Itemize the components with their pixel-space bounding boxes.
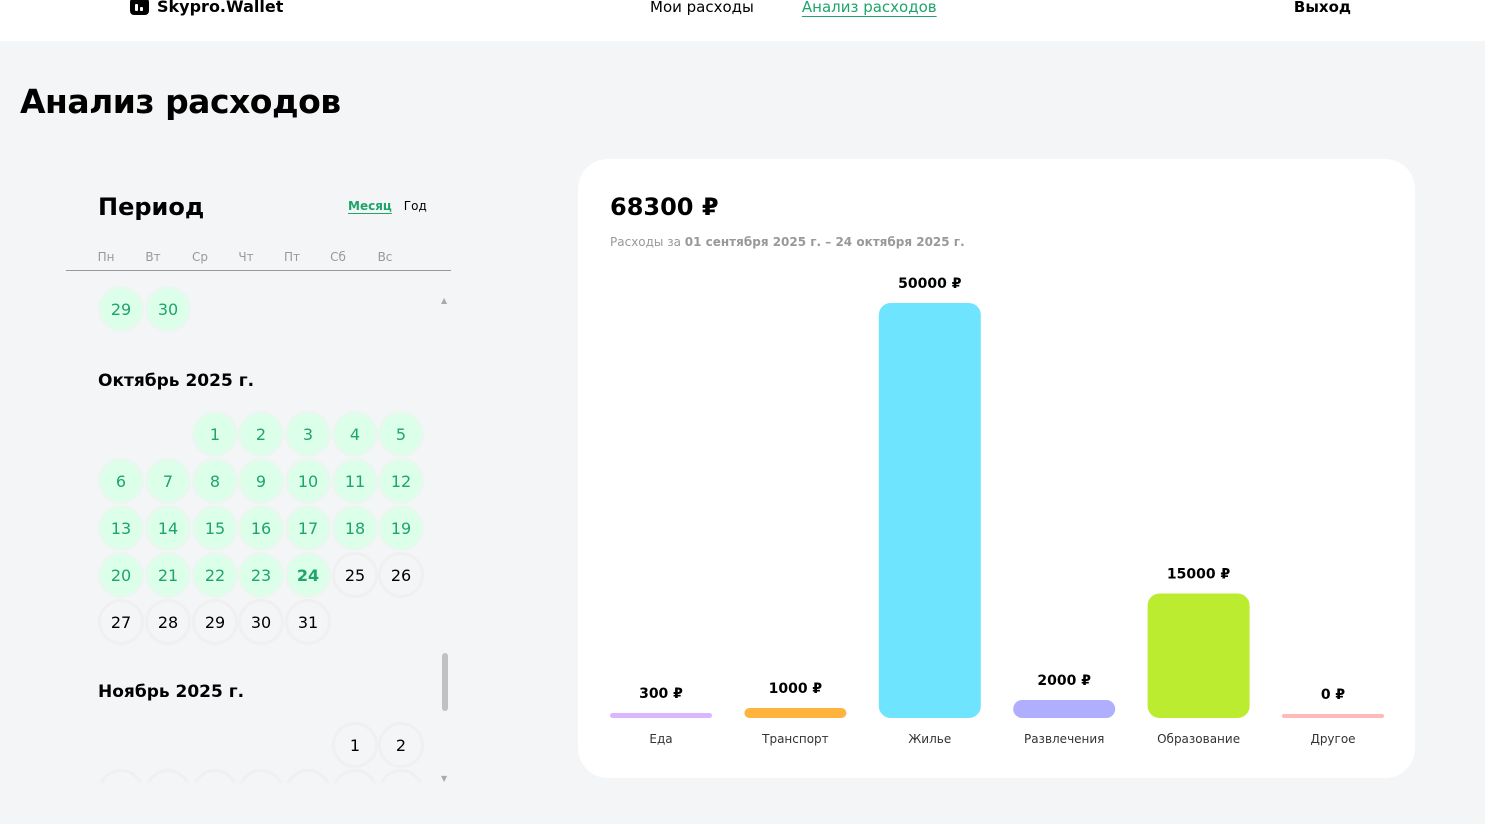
calendar-day[interactable]: 5 [192, 769, 238, 783]
calendar-day[interactable]: 17 [285, 505, 331, 551]
mode-year-tab[interactable]: Год [404, 199, 427, 213]
month-label: Ноябрь 2025 г. [98, 682, 245, 702]
main-nav: Мои расходы Анализ расходов [650, 0, 937, 16]
calendar-day[interactable]: 15 [192, 505, 238, 551]
scroll-thumb[interactable] [442, 653, 448, 711]
mode-month-tab[interactable]: Месяц [348, 199, 392, 213]
logout-button[interactable]: Выход [1294, 0, 1351, 16]
calendar-day[interactable]: 28 [145, 599, 191, 645]
calendar-day[interactable]: 3 [98, 769, 144, 783]
scroll-down-icon[interactable]: ▼ [441, 774, 447, 783]
calendar-day[interactable]: 1 [192, 411, 238, 457]
calendar-day[interactable]: 10 [285, 458, 331, 504]
bar-value-label: 300 ₽ [639, 686, 683, 702]
calendar-day[interactable]: 21 [145, 552, 191, 598]
category-label: Развлечения [1024, 732, 1104, 746]
bar-5 [1282, 714, 1384, 718]
calendar-day[interactable]: 25 [332, 552, 378, 598]
month-label: Октябрь 2025 г. [98, 371, 255, 391]
period-title: Период [98, 193, 205, 221]
calendar-day[interactable]: 27 [98, 599, 144, 645]
scroll-up-icon[interactable]: ▲ [441, 296, 447, 305]
calendar-day[interactable]: 22 [192, 552, 238, 598]
weekday-label: Сб [330, 250, 346, 264]
calendar-day[interactable]: 11 [332, 458, 378, 504]
category-label: Жилье [908, 732, 951, 746]
calendar-day[interactable]: 19 [378, 505, 424, 551]
calendar-day[interactable]: 4 [145, 769, 191, 783]
bar-0 [610, 713, 712, 718]
calendar-day[interactable]: 16 [238, 505, 284, 551]
weekday-label: Пн [97, 250, 115, 264]
wallet-logo-icon [130, 0, 149, 15]
calendar-day[interactable]: 3 [285, 411, 331, 457]
nav-expense-analysis[interactable]: Анализ расходов [802, 0, 937, 16]
nav-my-expenses[interactable]: Мои расходы [650, 0, 754, 16]
expense-bar-chart: 300 ₽ Еда 1000 ₽ Транспорт 50000 ₽ Жилье 2000 … [610, 276, 1384, 746]
bar-value-label: 0 ₽ [1321, 687, 1346, 703]
bar-value-label: 1000 ₽ [769, 681, 823, 697]
calendar-day[interactable]: 24 [285, 552, 331, 598]
calendar-day[interactable]: 1 [332, 722, 378, 768]
category-label: Другое [1310, 732, 1355, 746]
calendar-scrollbar[interactable]: ▲ ▼ [440, 296, 450, 783]
bar-1 [744, 708, 847, 718]
calendar-day[interactable]: 7 [285, 769, 331, 783]
calendar-day[interactable]: 29 [98, 286, 144, 332]
category-label: Транспорт [761, 732, 829, 746]
weekday-label: Вт [145, 250, 161, 264]
calendar-day[interactable]: 9 [238, 458, 284, 504]
weekday-label: Пт [283, 250, 300, 264]
calendar-day[interactable]: 6 [238, 769, 284, 783]
weekday-label: Чт [238, 250, 254, 264]
calendar-day[interactable]: 2 [238, 411, 284, 457]
calendar-day[interactable]: 31 [285, 599, 331, 645]
logo-text: Skypro.Wallet [157, 0, 284, 16]
calendar-day[interactable]: 12 [378, 458, 424, 504]
calendar-day[interactable]: 14 [145, 505, 191, 551]
calendar-day[interactable]: 20 [98, 552, 144, 598]
calendar-day[interactable]: 4 [332, 411, 378, 457]
bar-3 [1013, 700, 1116, 718]
category-label: Еда [649, 732, 672, 746]
calendar-day[interactable]: 8 [332, 769, 378, 783]
calendar-day[interactable]: 13 [98, 505, 144, 551]
bar-value-label: 2000 ₽ [1037, 673, 1091, 689]
calendar-day[interactable]: 8 [192, 458, 238, 504]
expense-chart-card: 68300 ₽ Расходы за 01 сентября 2025 г. –… [578, 159, 1415, 778]
bar-2 [878, 303, 981, 718]
calendar-day[interactable]: 2 [378, 722, 424, 768]
calendar-day[interactable]: 30 [145, 286, 191, 332]
calendar-day[interactable]: 18 [332, 505, 378, 551]
page-title: Анализ расходов [20, 82, 341, 121]
weekday-label: Вс [377, 250, 393, 264]
calendar-day[interactable]: 30 [238, 599, 284, 645]
calendar-day[interactable]: 7 [145, 458, 191, 504]
bar-4 [1147, 593, 1250, 718]
calendar-day[interactable]: 5 [378, 411, 424, 457]
calendar-scroll-area[interactable]: 29 30 Октябрь 2025 г. 1 2 3 4 5 6 7 8 9 10 11 12 13 14 15… [66, 285, 451, 783]
bar-value-label: 50000 ₽ [898, 276, 962, 292]
logo[interactable]: Skypro.Wallet [130, 0, 283, 16]
weekday-label: Ср [192, 250, 208, 264]
calendar-day[interactable]: 6 [98, 458, 144, 504]
calendar-day[interactable]: 26 [378, 552, 424, 598]
period-mode-switch: Месяц Год [348, 199, 427, 213]
calendar-day[interactable]: 23 [238, 552, 284, 598]
calendar-day[interactable]: 29 [192, 599, 238, 645]
bar-value-label: 15000 ₽ [1167, 567, 1231, 583]
weekday-header: Пн Вт Ср Чт Пт Сб Вс [66, 250, 451, 271]
calendar-day[interactable]: 9 [378, 769, 424, 783]
top-header: Skypro.Wallet Мои расходы Анализ расходо… [0, 0, 1485, 41]
category-label: Образование [1157, 732, 1240, 746]
